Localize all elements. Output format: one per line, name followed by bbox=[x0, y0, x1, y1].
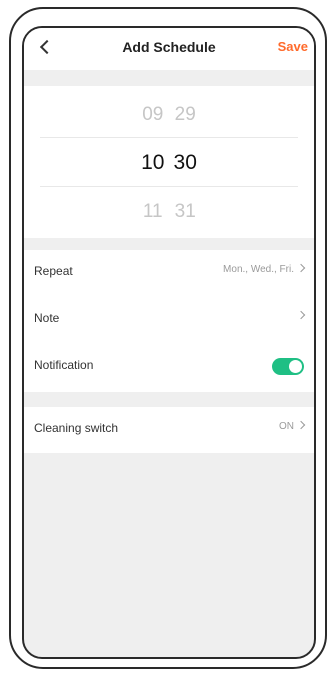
nav-bar: Add Schedule Save bbox=[24, 28, 314, 70]
chevron-right-icon bbox=[296, 310, 306, 320]
page-title: Add Schedule bbox=[122, 39, 216, 55]
repeat-label: Repeat bbox=[34, 264, 73, 278]
cleaning-switch-row[interactable]: Cleaning switch ON bbox=[24, 407, 314, 453]
note-row[interactable]: Note bbox=[24, 297, 314, 341]
repeat-row[interactable]: Repeat Mon., Wed., Fri. bbox=[24, 250, 314, 294]
note-label: Note bbox=[34, 311, 60, 325]
note-value-wrap bbox=[294, 310, 306, 322]
picker-divider bbox=[40, 186, 298, 187]
picker-row-prev[interactable]: 09 29 bbox=[24, 104, 314, 126]
picker-row-selected[interactable]: 10 30 bbox=[24, 151, 314, 175]
notification-label: Notification bbox=[34, 358, 94, 372]
hour-value: 11 bbox=[142, 201, 163, 222]
hour-value: 09 bbox=[142, 104, 164, 125]
notification-row: Notification bbox=[24, 344, 314, 388]
picker-divider bbox=[40, 137, 298, 138]
cleaning-switch-value: ON bbox=[279, 421, 294, 432]
chevron-right-icon bbox=[296, 420, 306, 430]
phone-screen: Add Schedule Save 09 29 10 30 11 31 Repe… bbox=[22, 26, 316, 659]
repeat-value: Mon., Wed., Fri. bbox=[223, 264, 294, 275]
cleaning-value-wrap: ON bbox=[279, 420, 306, 432]
time-picker[interactable]: 09 29 10 30 11 31 bbox=[24, 86, 314, 238]
minute-value: 31 bbox=[174, 201, 196, 222]
notification-toggle[interactable] bbox=[272, 358, 304, 375]
repeat-value-wrap: Mon., Wed., Fri. bbox=[223, 263, 306, 275]
save-button[interactable]: Save bbox=[278, 39, 308, 54]
cleaning-switch-label: Cleaning switch bbox=[34, 421, 119, 435]
settings-list: Repeat Mon., Wed., Fri. Note Notificatio… bbox=[24, 250, 314, 392]
minute-value: 30 bbox=[173, 151, 197, 174]
minute-value: 29 bbox=[174, 104, 196, 125]
hour-value: 10 bbox=[141, 151, 165, 174]
picker-row-next[interactable]: 11 31 bbox=[24, 201, 314, 223]
chevron-right-icon bbox=[296, 263, 306, 273]
